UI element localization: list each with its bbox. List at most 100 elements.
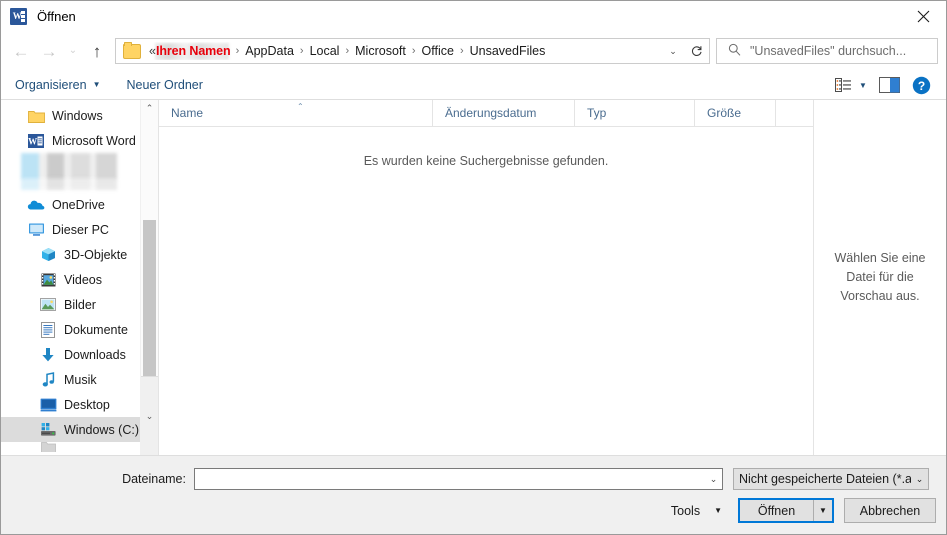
arrow-left-icon: ← <box>12 41 30 61</box>
view-layout-icon <box>835 78 851 92</box>
sidebar-item-redacted-lower <box>1 178 158 192</box>
address-dropdown-button[interactable]: chevron-down-icon⌄ <box>662 39 684 63</box>
breadcrumb-item-unsavedfiles[interactable]: UnsavedFiles <box>467 42 549 60</box>
chevron-down-icon: ⌄ <box>68 45 78 56</box>
column-header-size[interactable]: Größe <box>695 100 776 126</box>
chevron-down-icon: ▼ <box>819 506 827 515</box>
open-button-label[interactable]: Öffnen <box>740 500 814 521</box>
column-header-type[interactable]: Typ <box>575 100 695 126</box>
sidebar-item-microsoft-word[interactable]: W Microsoft Word <box>1 128 158 153</box>
sidebar-item-musik[interactable]: Musik <box>1 367 158 392</box>
file-type-filter[interactable]: Nicht gespeicherte Dateien (*.a ⌄ <box>733 468 929 490</box>
scroll-up-button[interactable]: chevron-up-icon⌃ <box>141 100 158 117</box>
open-button[interactable]: Öffnen ▼ <box>738 498 834 523</box>
scroll-down-button[interactable]: chevron-down-icon⌄ <box>141 376 158 455</box>
new-folder-button[interactable]: Neuer Ordner <box>127 78 203 92</box>
sidebar-item-label: Windows <box>52 108 103 123</box>
sidebar-item-label: Dokumente <box>64 322 128 337</box>
preview-pane-button[interactable] <box>872 77 906 93</box>
drive-icon <box>39 421 57 438</box>
refresh-button[interactable] <box>684 38 710 64</box>
sidebar-item-bilder[interactable]: Bilder <box>1 292 158 317</box>
recent-locations-button[interactable]: ⌄ <box>63 37 83 65</box>
sidebar-item-label: Windows (C:) <box>64 422 140 437</box>
sidebar-item-downloads[interactable]: Downloads <box>1 342 158 367</box>
breadcrumb-separator: › <box>299 45 304 57</box>
word-icon: W <box>10 8 27 25</box>
chevron-down-icon: ▼ <box>714 506 722 515</box>
file-list-pane: Name ⌃ Änderungsdatum Typ Größe Es wurde… <box>159 100 814 455</box>
sidebar-item-dokumente[interactable]: Dokumente <box>1 317 158 342</box>
documents-icon <box>39 321 57 338</box>
sidebar-scrollbar[interactable]: chevron-up-icon⌃ chevron-down-icon⌄ <box>140 100 158 455</box>
pictures-icon <box>39 296 57 313</box>
sidebar-item-3d-objekte[interactable]: 3D-Objekte <box>1 242 158 267</box>
redaction-blur <box>21 152 117 179</box>
file-type-filter-value: Nicht gespeicherte Dateien (*.a <box>739 472 911 486</box>
view-layout-button[interactable] <box>835 78 852 92</box>
breadcrumb-item-local[interactable]: Local <box>307 42 343 60</box>
breadcrumb-separator: › <box>459 45 464 57</box>
tools-button[interactable]: Tools ▼ <box>671 504 722 518</box>
breadcrumb-item-office[interactable]: Office <box>419 42 457 60</box>
breadcrumb-separator: › <box>235 45 240 57</box>
cancel-button-label: Abbrechen <box>859 503 921 518</box>
tools-label: Tools <box>670 503 701 518</box>
title-bar: W Öffnen <box>1 1 946 32</box>
address-bar[interactable]: «Ihren Namen › AppData › Local › Microso… <box>115 38 685 64</box>
sidebar-item-dieser-pc[interactable]: Dieser PC <box>1 217 158 242</box>
breadcrumb-item-user[interactable]: «Ihren Namen <box>147 42 233 60</box>
arrow-right-icon: → <box>40 41 58 61</box>
column-header-date[interactable]: Änderungsdatum <box>433 100 575 126</box>
column-header-filler <box>776 100 813 126</box>
word-icon: W <box>27 132 45 149</box>
folder-icon <box>27 107 45 124</box>
sidebar-item-label: OneDrive <box>52 197 105 212</box>
music-icon <box>39 371 57 388</box>
view-dropdown-button[interactable]: ▼ <box>854 81 872 90</box>
videos-icon <box>39 271 57 288</box>
column-header-row: Name ⌃ Änderungsdatum Typ Größe <box>159 100 813 127</box>
breadcrumb-item-microsoft[interactable]: Microsoft <box>352 42 409 60</box>
filename-input[interactable]: ⌄ <box>194 468 723 490</box>
command-toolbar: Organisieren ▼ Neuer Ordner ▼ ? <box>1 70 946 100</box>
sidebar-item-desktop[interactable]: Desktop <box>1 392 158 417</box>
navigation-sidebar: Windows W Microsoft Word OneDrive Dieser… <box>1 100 159 455</box>
filename-row: Dateiname: ⌄ Nicht gespeicherte Dateien … <box>1 456 946 490</box>
open-dropdown-button[interactable]: ▼ <box>814 500 832 521</box>
search-box[interactable]: "UnsavedFiles" durchsuch... <box>716 38 938 64</box>
sort-ascending-icon: ⌃ <box>297 102 304 111</box>
sidebar-item-label: Microsoft Word <box>52 133 136 148</box>
svg-text:W: W <box>28 136 37 146</box>
folder-icon <box>39 442 57 452</box>
sidebar-item-clipped[interactable] <box>1 442 158 452</box>
svg-text:?: ? <box>917 79 924 93</box>
sidebar-item-windows-c[interactable]: Windows (C:) <box>1 417 158 442</box>
forward-button[interactable]: → <box>35 37 63 65</box>
breadcrumb: «Ihren Namen › AppData › Local › Microso… <box>147 42 662 60</box>
sidebar-item-redacted[interactable] <box>1 152 158 179</box>
toolbar-right-group: ▼ ? <box>835 70 936 100</box>
sidebar-item-videos[interactable]: Videos <box>1 267 158 292</box>
desktop-icon <box>39 396 57 413</box>
dialog-footer: Dateiname: ⌄ Nicht gespeicherte Dateien … <box>1 455 946 534</box>
close-button[interactable] <box>900 1 946 32</box>
chevron-down-icon: ⌄ <box>915 473 924 484</box>
cancel-button[interactable]: Abbrechen <box>844 498 936 523</box>
breadcrumb-item-appdata[interactable]: AppData <box>242 42 297 60</box>
chevron-down-icon: ▼ <box>92 80 101 89</box>
back-button[interactable]: ← <box>7 37 35 65</box>
search-input[interactable]: "UnsavedFiles" durchsuch... <box>750 44 906 58</box>
organize-button[interactable]: Organisieren ▼ <box>15 78 101 92</box>
sidebar-item-onedrive[interactable]: OneDrive <box>1 192 158 217</box>
sidebar-item-label: Videos <box>64 272 102 287</box>
help-button[interactable]: ? <box>906 76 936 95</box>
column-header-name[interactable]: Name ⌃ <box>159 100 433 126</box>
up-button[interactable]: ↑ <box>83 37 111 65</box>
redaction-blur <box>21 178 117 190</box>
close-icon <box>917 10 929 23</box>
chevron-down-icon[interactable]: ⌄ <box>705 474 722 485</box>
folder-icon <box>123 41 141 59</box>
sidebar-item-windows[interactable]: Windows <box>1 103 158 128</box>
refresh-icon <box>691 45 702 56</box>
